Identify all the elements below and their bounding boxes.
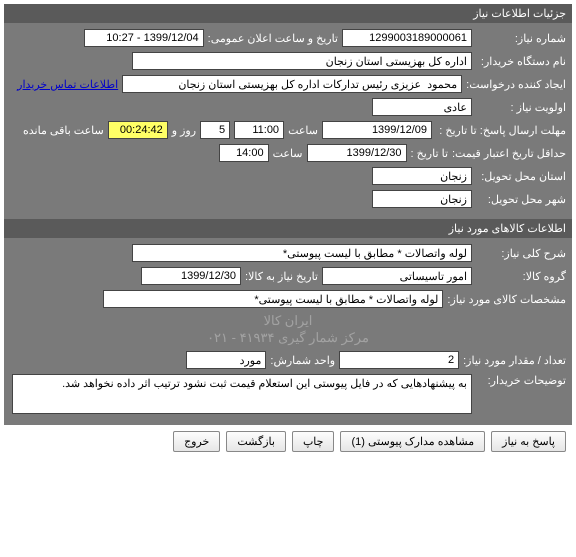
unit-field	[186, 351, 266, 369]
goods-info-header: اطلاعات کالاهای مورد نیاز	[4, 219, 572, 238]
delivery-province-label: استان محل تحویل:	[476, 170, 566, 183]
to-date-label: تا تاریخ :	[411, 147, 448, 160]
item-spec-field	[103, 290, 443, 308]
need-info-body: شماره نیاز: تاریخ و ساعت اعلان عمومی: نا…	[4, 23, 572, 219]
days-label: روز و	[172, 124, 196, 137]
group-label: گروه کالا:	[476, 270, 566, 283]
deadline-date-field	[322, 121, 432, 139]
watermark-1: ایران کالا	[264, 313, 313, 329]
attachments-button[interactable]: مشاهده مدارک پیوستی (1)	[340, 431, 485, 452]
buyer-org-label: نام دستگاه خریدار:	[476, 55, 566, 68]
desc-field	[132, 244, 472, 262]
days-field	[200, 121, 230, 139]
need-no-label: شماره نیاز:	[476, 32, 566, 45]
countdown-field	[108, 121, 168, 139]
delivery-city-label: شهر محل تحویل:	[476, 193, 566, 206]
time-label-1: ساعت	[288, 124, 318, 137]
exit-button[interactable]: خروج	[173, 431, 220, 452]
min-valid-label: حداقل تاریخ اعتبار قیمت:	[452, 147, 566, 160]
buyer-notes-label: توضیحات خریدار:	[476, 374, 566, 387]
priority-field	[372, 98, 472, 116]
buyer-org-field	[132, 52, 472, 70]
priority-label: اولویت نیاز :	[476, 101, 566, 114]
need-by-field	[141, 267, 241, 285]
time-label-2: ساعت	[273, 147, 303, 160]
countdown-suffix: ساعت باقی مانده	[23, 124, 104, 137]
need-info-header: جزئیات اطلاعات نیاز	[4, 4, 572, 23]
qty-field	[339, 351, 459, 369]
deadline-time-field	[234, 121, 284, 139]
valid-time-field	[219, 144, 269, 162]
print-button[interactable]: چاپ	[292, 431, 335, 452]
contact-link[interactable]: اطلاعات تماس خریدار	[17, 78, 118, 91]
action-bar: پاسخ به نیاز مشاهده مدارک پیوستی (1) چاپ…	[4, 425, 572, 458]
group-field	[322, 267, 472, 285]
delivery-city-field	[372, 190, 472, 208]
qty-label: تعداد / مقدار مورد نیاز:	[463, 354, 566, 367]
delivery-province-field	[372, 167, 472, 185]
back-button[interactable]: بازگشت	[226, 431, 286, 452]
item-spec-label: مشخصات کالای مورد نیاز:	[447, 293, 566, 306]
unit-label: واحد شمارش:	[270, 354, 335, 367]
creator-label: ایجاد کننده درخواست:	[466, 78, 566, 91]
watermark-2: مرکز شمار گیری ۴۱۹۳۴ - ۰۲۱	[207, 330, 369, 346]
need-no-field[interactable]	[342, 29, 472, 47]
goods-info-body: شرح کلی نیاز: گروه کالا: تاریخ نیاز به ک…	[4, 238, 572, 425]
deadline-label: مهلت ارسال پاسخ: تا تاریخ :	[436, 124, 566, 137]
announce-label: تاریخ و ساعت اعلان عمومی:	[208, 32, 338, 45]
buyer-notes-field: به پیشنهادهایی که در فایل پیوستی این است…	[12, 374, 472, 414]
announce-field	[84, 29, 204, 47]
desc-label: شرح کلی نیاز:	[476, 247, 566, 260]
valid-date-field	[307, 144, 407, 162]
reply-button[interactable]: پاسخ به نیاز	[491, 431, 566, 452]
creator-field	[122, 75, 462, 93]
need-by-label: تاریخ نیاز به کالا:	[245, 270, 318, 283]
